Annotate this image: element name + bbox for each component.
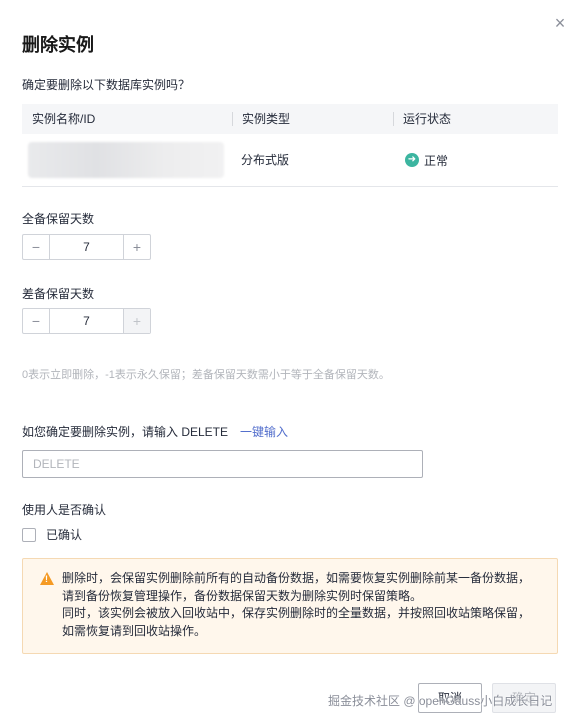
table-header: 实例名称/ID 实例类型 运行状态: [22, 104, 558, 134]
instance-name-cell: [22, 142, 232, 178]
full-backup-label: 全备保留天数: [22, 212, 95, 226]
instance-type-cell: 分布式版: [241, 152, 290, 167]
instance-table: 实例名称/ID 实例类型 运行状态 分布式版 ➜ 正常: [22, 104, 558, 187]
warning-line-2: 请到备份恢复管理操作，备份数据保留天数为删除实例时保留策略。: [62, 588, 423, 603]
confirm-instruction: 如您确定要删除实例，请输入 DELETE 一键输入: [22, 423, 288, 440]
full-backup-value[interactable]: 7: [50, 235, 123, 259]
confirmed-checkbox[interactable]: [22, 527, 36, 542]
column-header-type: 实例类型: [232, 104, 393, 134]
close-icon[interactable]: ×: [552, 14, 568, 32]
confirmed-checkbox-label[interactable]: 已确认: [46, 526, 82, 543]
diff-backup-label: 差备保留天数: [22, 287, 95, 301]
warning-alert: ! 删除时，会保留实例删除前所有的自动备份数据，如需要恢复实例删除前某一备份数据…: [22, 558, 558, 654]
full-backup-stepper: − 7 +: [22, 234, 151, 260]
diff-backup-increment-button[interactable]: +: [123, 309, 150, 333]
full-backup-decrement-button[interactable]: −: [23, 235, 50, 259]
check-circle-icon: ➜: [405, 153, 419, 167]
watermark: 掘金技术社区 @ openGauss小白成长日记: [328, 694, 553, 708]
warning-line-4: 如需恢复请到回收站操作。: [62, 623, 207, 638]
blurred-instance-name: [28, 142, 224, 178]
one-click-input-link[interactable]: 一键输入: [240, 425, 288, 439]
user-confirm-label: 使用人是否确认: [22, 503, 107, 517]
column-header-name: 实例名称/ID: [32, 112, 96, 126]
column-header-status: 运行状态: [393, 104, 558, 134]
dialog-title: 删除实例: [22, 35, 94, 55]
full-backup-increment-button[interactable]: +: [123, 235, 150, 259]
warning-icon: !: [40, 572, 54, 585]
diff-backup-decrement-button[interactable]: −: [23, 309, 50, 333]
warning-line-1: 删除时，会保留实例删除前所有的自动备份数据，如需要恢复实例删除前某一备份数据，: [62, 571, 531, 585]
status-text: 正常: [424, 153, 449, 168]
warning-line-3: 同时，该实例会被放入回收站中，保存实例删除时的全量数据，并按照回收站策略保留，: [62, 606, 531, 620]
delete-question: 确定要删除以下数据库实例吗？: [22, 78, 191, 92]
warning-text: 删除时，会保留实例删除前所有的自动备份数据，如需要恢复实例删除前某一备份数据， …: [62, 570, 548, 640]
retention-hint: 0表示立即删除，-1表示永久保留；差备保留天数需小于等于全备保留天数。: [22, 369, 390, 381]
delete-confirm-input[interactable]: [22, 450, 423, 478]
confirmed-checkbox-row[interactable]: 已确认: [22, 526, 82, 543]
diff-backup-stepper: − 7 +: [22, 308, 151, 334]
diff-backup-value[interactable]: 7: [50, 309, 123, 333]
instance-status-cell: ➜ 正常: [393, 152, 558, 169]
confirm-instruction-text: 如您确定要删除实例，请输入 DELETE: [22, 425, 229, 439]
table-row: 分布式版 ➜ 正常: [22, 134, 558, 187]
